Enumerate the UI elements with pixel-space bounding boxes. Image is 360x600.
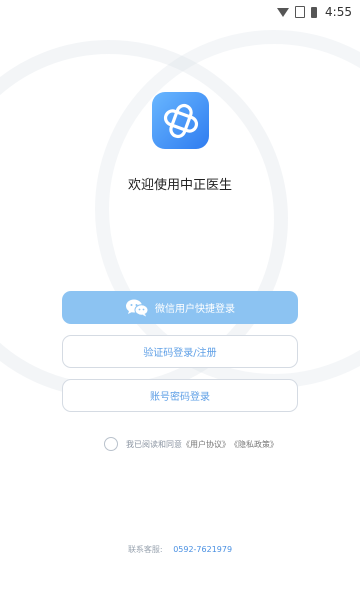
contact-phone-link[interactable]: 0592-7621979 (173, 545, 232, 554)
agreement-prefix: 我已阅读和同意 (126, 439, 182, 449)
wifi-icon (277, 7, 290, 17)
privacy-policy-link[interactable]: 《隐私政策》 (230, 439, 278, 450)
agreement-checkbox[interactable] (104, 437, 118, 451)
password-login-label: 账号密码登录 (150, 392, 210, 403)
password-login-button[interactable]: 账号密码登录 (62, 379, 298, 412)
contact-service: 联系客服: 0592-7621979 (0, 544, 360, 555)
user-agreement-link[interactable]: 《用户协议》 (182, 439, 230, 450)
sms-login-label: 验证码登录/注册 (143, 348, 217, 359)
wechat-icon (125, 299, 149, 317)
contact-label: 联系客服: (127, 545, 163, 554)
status-time: 4:55 (325, 5, 352, 19)
sms-login-button[interactable]: 验证码登录/注册 (62, 335, 298, 368)
app-logo (152, 92, 209, 149)
wechat-login-label: 微信用户快捷登录 (155, 304, 235, 315)
wechat-login-button[interactable]: 微信用户快捷登录 (62, 291, 298, 324)
welcome-text: 欢迎使用中正医生 (127, 178, 232, 193)
app-logo-icon (163, 103, 198, 138)
agreement-row: 我已阅读和同意 《用户协议》 《隐私政策》 (104, 437, 278, 451)
battery-icon (311, 6, 318, 18)
no-sim-icon (295, 6, 306, 18)
status-bar: 4:55 (0, 0, 360, 24)
